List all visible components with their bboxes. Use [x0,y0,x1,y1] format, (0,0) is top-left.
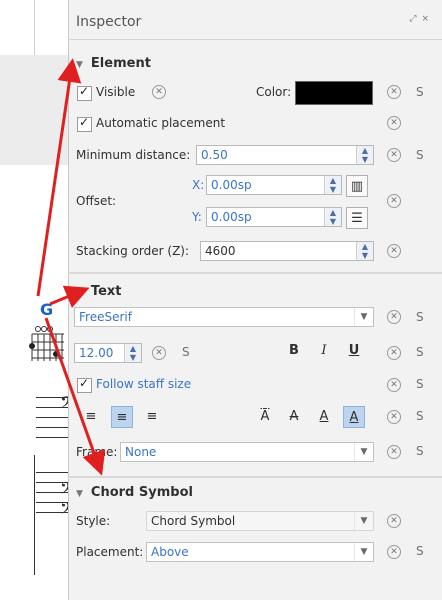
arrow-to-text-section [49,285,90,308]
annotation-arrows [36,58,106,476]
arrow-to-chord-symbol-section [44,317,106,476]
arrow-to-element-section [36,58,82,297]
